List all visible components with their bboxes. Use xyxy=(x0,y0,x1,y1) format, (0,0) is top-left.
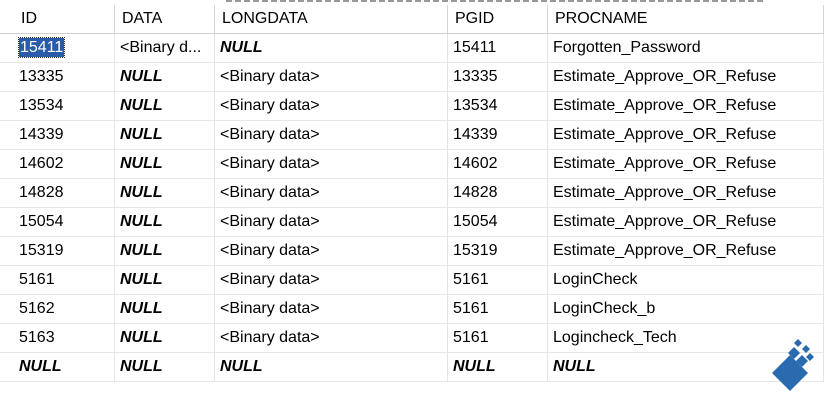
cell-data[interactable]: NULL xyxy=(115,237,215,265)
cell-data[interactable]: NULL xyxy=(115,121,215,149)
cell-longdata[interactable]: <Binary data> xyxy=(215,324,448,352)
cell-procname[interactable]: LoginCheck_b xyxy=(548,295,824,323)
cell-id[interactable]: NULL xyxy=(0,353,115,381)
grid-body: 15411 <Binary d... NULL 15411 Forgotten_Pass… xyxy=(0,34,824,382)
cell-pgid[interactable]: 14339 xyxy=(448,121,548,149)
cell-longdata[interactable]: <Binary data> xyxy=(215,179,448,207)
column-header-longdata[interactable]: LONGDATA xyxy=(215,5,448,33)
cell-longdata[interactable]: <Binary data> xyxy=(215,150,448,178)
cell-pgid[interactable]: 15411 xyxy=(448,34,548,62)
cell-pgid[interactable]: 5161 xyxy=(448,266,548,294)
cell-longdata[interactable]: <Binary data> xyxy=(215,121,448,149)
cell-procname[interactable]: Forgotten_Password xyxy=(548,34,824,62)
table-row[interactable]: 14602 NULL <Binary data> 14602 Estimate_Appr… xyxy=(0,150,824,179)
table-row[interactable]: 13335 NULL <Binary data> 13335 Estimate_Appr… xyxy=(0,63,824,92)
cell-id[interactable]: 13335 xyxy=(0,63,115,91)
cell-longdata[interactable]: NULL xyxy=(215,353,448,381)
cell-id[interactable]: 15411 xyxy=(0,34,115,62)
cell-data[interactable]: NULL xyxy=(115,295,215,323)
table-row[interactable]: 14339 NULL <Binary data> 14339 Estimate_Appr… xyxy=(0,121,824,150)
cell-longdata[interactable]: NULL xyxy=(215,34,448,62)
cell-id[interactable]: 5161 xyxy=(0,266,115,294)
results-grid[interactable]: ID DATA LONGDATA PGID PROCNAME 15411 <Bin… xyxy=(0,5,824,382)
cell-pgid[interactable]: 5161 xyxy=(448,324,548,352)
column-header-data[interactable]: DATA xyxy=(115,5,215,33)
table-row[interactable]: 14828 NULL <Binary data> 14828 Estimate_Appr… xyxy=(0,179,824,208)
cell-data[interactable]: NULL xyxy=(115,150,215,178)
cell-data[interactable]: NULL xyxy=(115,92,215,120)
cell-id[interactable]: 5162 xyxy=(0,295,115,323)
cell-pgid[interactable]: NULL xyxy=(448,353,548,381)
grid-header-row: ID DATA LONGDATA PGID PROCNAME xyxy=(0,5,824,34)
cell-longdata[interactable]: <Binary data> xyxy=(215,63,448,91)
cell-id[interactable]: 14828 xyxy=(0,179,115,207)
column-header-procname[interactable]: PROCNAME xyxy=(548,5,824,33)
cell-data[interactable]: <Binary d... xyxy=(115,34,215,62)
column-header-pgid[interactable]: PGID xyxy=(448,5,548,33)
cell-pgid[interactable]: 14602 xyxy=(448,150,548,178)
table-row[interactable]: 15319 NULL <Binary data> 15319 Estimate_Appr… xyxy=(0,237,824,266)
table-row[interactable]: 5163 NULL <Binary data> 5161 Logincheck_Tech xyxy=(0,324,824,353)
cell-longdata[interactable]: <Binary data> xyxy=(215,237,448,265)
cell-longdata[interactable]: <Binary data> xyxy=(215,266,448,294)
cell-data[interactable]: NULL xyxy=(115,208,215,236)
cell-id[interactable]: 15319 xyxy=(0,237,115,265)
cell-procname[interactable]: Estimate_Approve_OR_Refuse xyxy=(548,237,824,265)
cell-longdata[interactable]: <Binary data> xyxy=(215,295,448,323)
cell-id[interactable]: 5163 xyxy=(0,324,115,352)
table-row[interactable]: 5162 NULL <Binary data> 5161 LoginCheck_b xyxy=(0,295,824,324)
cell-id[interactable]: 14602 xyxy=(0,150,115,178)
cell-pgid[interactable]: 15319 xyxy=(448,237,548,265)
cell-data[interactable]: NULL xyxy=(115,324,215,352)
table-row[interactable]: 15054 NULL <Binary data> 15054 Estimate_Appr… xyxy=(0,208,824,237)
table-row[interactable]: NULL NULL NULL NULL NULL xyxy=(0,353,824,382)
cell-data[interactable]: NULL xyxy=(115,353,215,381)
cell-procname[interactable]: Estimate_Approve_OR_Refuse xyxy=(548,63,824,91)
diamond-logo-icon xyxy=(772,339,814,391)
cell-pgid[interactable]: 15054 xyxy=(448,208,548,236)
table-row[interactable]: 15411 <Binary d... NULL 15411 Forgotten_Pass… xyxy=(0,34,824,63)
cell-id[interactable]: 15054 xyxy=(0,208,115,236)
cell-procname[interactable]: Estimate_Approve_OR_Refuse xyxy=(548,179,824,207)
cell-longdata[interactable]: <Binary data> xyxy=(215,208,448,236)
cell-data[interactable]: NULL xyxy=(115,266,215,294)
selected-cell-text: 15411 xyxy=(17,37,66,58)
cell-id[interactable]: 13534 xyxy=(0,92,115,120)
table-row[interactable]: 5161 NULL <Binary data> 5161 LoginCheck xyxy=(0,266,824,295)
cell-procname[interactable]: Estimate_Approve_OR_Refuse xyxy=(548,121,824,149)
cell-procname[interactable]: Estimate_Approve_OR_Refuse xyxy=(548,208,824,236)
truncated-toolbar-text xyxy=(226,0,766,2)
column-header-id[interactable]: ID xyxy=(0,5,115,33)
cell-longdata[interactable]: <Binary data> xyxy=(215,92,448,120)
table-row[interactable]: 13534 NULL <Binary data> 13534 Estimate_Appr… xyxy=(0,92,824,121)
cell-procname[interactable]: Estimate_Approve_OR_Refuse xyxy=(548,150,824,178)
cell-procname[interactable]: Estimate_Approve_OR_Refuse xyxy=(548,92,824,120)
cell-id[interactable]: 14339 xyxy=(0,121,115,149)
cell-procname[interactable]: LoginCheck xyxy=(548,266,824,294)
cell-data[interactable]: NULL xyxy=(115,179,215,207)
cell-data[interactable]: NULL xyxy=(115,63,215,91)
cell-pgid[interactable]: 5161 xyxy=(448,295,548,323)
cell-pgid[interactable]: 13534 xyxy=(448,92,548,120)
cell-pgid[interactable]: 14828 xyxy=(448,179,548,207)
cell-pgid[interactable]: 13335 xyxy=(448,63,548,91)
